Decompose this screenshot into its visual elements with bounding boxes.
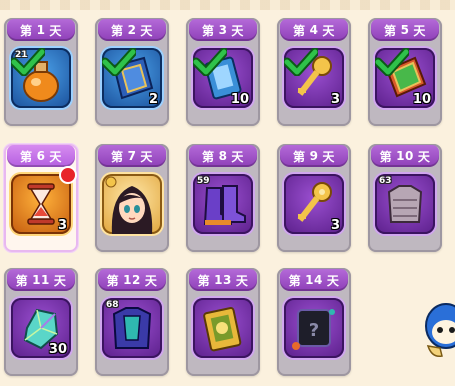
day-card-10[interactable]: 第 10 天 63: [368, 144, 442, 252]
reward-slot: ?: [284, 298, 344, 358]
day-card-5[interactable]: 第5天 10: [368, 18, 442, 126]
reward-slot: [193, 298, 253, 358]
day-tab: 第 14 天: [280, 269, 348, 291]
day-card-6[interactable]: 第6天 3: [4, 144, 78, 252]
reward-slot: 63: [375, 174, 435, 234]
item-quantity: 3: [330, 92, 340, 107]
item-quantity: 10: [412, 92, 431, 107]
claimed-check-icon: [193, 48, 227, 76]
reward-slot: 3: [11, 166, 77, 234]
reward-slot: 3: [284, 48, 344, 108]
claimed-check-icon: [11, 48, 45, 76]
reward-slot: [102, 174, 162, 234]
reward-slot: 30: [11, 298, 71, 358]
day-tab: 第 11 天: [7, 269, 75, 291]
mascot-character-icon: [425, 303, 455, 358]
reward-slot: 21: [11, 48, 71, 108]
day-tab: 第8天: [189, 145, 257, 167]
day-tab: 第7天: [98, 145, 166, 167]
top-border-decoration: [0, 0, 455, 10]
reward-slot: 59: [193, 174, 253, 234]
item-quantity: 2: [148, 92, 158, 107]
item-level: 63: [379, 176, 392, 186]
item-level: 68: [106, 300, 119, 310]
reward-slot: 10: [375, 48, 435, 108]
reward-slot: 10: [193, 48, 253, 108]
day-card-13[interactable]: 第 13 天: [186, 268, 260, 376]
reward-slot: 68: [102, 298, 162, 358]
day-card-11[interactable]: 第 11 天 30: [4, 268, 78, 376]
day-tab: 第 12 天: [98, 269, 166, 291]
item-quantity: 10: [230, 92, 249, 107]
notification-badge: [59, 166, 77, 184]
day-tab: 第2天: [98, 19, 166, 41]
day-card-14[interactable]: 第 14 天 ?: [277, 268, 351, 376]
claimed-check-icon: [102, 48, 136, 76]
day-card-4[interactable]: 第4天 3: [277, 18, 351, 126]
day-card-9[interactable]: 第9天 3: [277, 144, 351, 252]
day-card-8[interactable]: 第8天 59: [186, 144, 260, 252]
hero-portrait-icon: [105, 176, 153, 234]
day-tab: 第9天: [280, 145, 348, 167]
day-tab: 第5天: [371, 19, 439, 41]
day-tab: 第1天: [7, 19, 75, 41]
day-tab: 第6天: [7, 145, 75, 167]
golden-card-icon: [203, 307, 242, 352]
item-quantity: 3: [330, 218, 340, 233]
day-card-3[interactable]: 第3天 10: [186, 18, 260, 126]
item-quantity: 30: [48, 342, 67, 357]
day-card-12[interactable]: 第 12 天 68: [95, 268, 169, 376]
item-quantity: 3: [57, 218, 67, 233]
reward-slot: 3: [284, 174, 344, 234]
reward-slot: 2: [102, 48, 162, 108]
day-tab: 第 10 天: [371, 145, 439, 167]
day-tab: 第3天: [189, 19, 257, 41]
day-tab: 第 13 天: [189, 269, 257, 291]
mystery-box-icon: ?: [292, 309, 335, 350]
day-card-1[interactable]: 第1天 21: [4, 18, 78, 126]
item-level: 59: [197, 176, 210, 186]
claimed-check-icon: [375, 48, 409, 76]
day-tab: 第4天: [280, 19, 348, 41]
day-card-7[interactable]: 第7天: [95, 144, 169, 252]
day-card-2[interactable]: 第2天 2: [95, 18, 169, 126]
claimed-check-icon: [284, 48, 318, 76]
svg-text:?: ?: [309, 320, 319, 341]
